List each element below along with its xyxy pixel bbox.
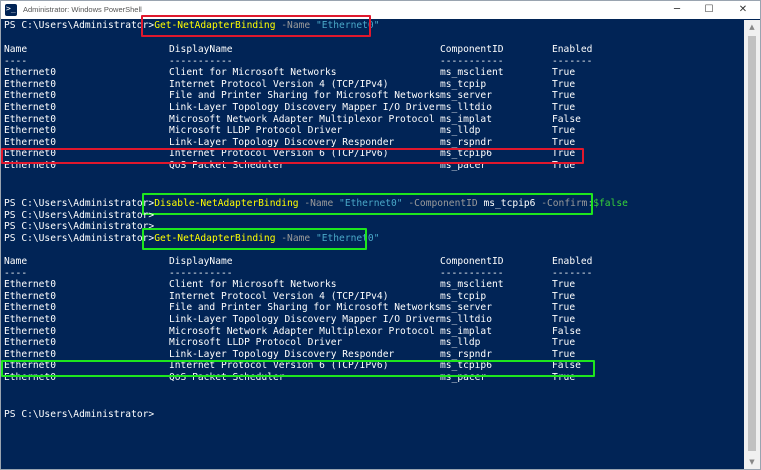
- table-cell: True: [552, 337, 576, 349]
- table-cell: ms_tcpip: [440, 78, 487, 90]
- scrollbar-thumb[interactable]: [748, 36, 756, 451]
- scroll-down-icon[interactable]: ▼: [744, 455, 760, 469]
- table-cell: Ethernet0: [4, 113, 56, 125]
- table-cell: True: [552, 348, 576, 360]
- prompt: PS C:\Users\Administrator>: [4, 198, 155, 209]
- highlight-box-green: [142, 228, 367, 250]
- prompt: PS C:\Users\Administrator>: [4, 409, 155, 420]
- table-cell: Enabled: [552, 256, 593, 267]
- table-cell: Ethernet0: [4, 136, 56, 148]
- window-title: Administrator: Windows PowerShell: [23, 5, 142, 14]
- table-cell: DisplayName: [169, 256, 233, 267]
- table-cell: ms_rspndr: [440, 348, 492, 360]
- table-cell: -----------: [169, 267, 233, 279]
- table-cell: ComponentID: [440, 44, 504, 55]
- table-cell: True: [552, 290, 576, 302]
- maximize-button[interactable]: ☐: [695, 1, 723, 19]
- scroll-up-icon[interactable]: ▲: [744, 20, 760, 34]
- prompt: PS C:\Users\Administrator>: [4, 20, 155, 31]
- prompt: PS C:\Users\Administrator>: [4, 221, 155, 232]
- table-cell: Ethernet0: [4, 78, 56, 90]
- table-cell: File and Printer Sharing for Microsoft N…: [169, 302, 441, 314]
- highlight-box-red: [141, 15, 371, 37]
- table-cell: Link-Layer Topology Discovery Responder: [169, 348, 395, 360]
- prompt: PS C:\Users\Administrator>: [4, 233, 155, 244]
- table-cell: False: [552, 325, 581, 337]
- prompt-line: PS C:\Users\Administrator>: [4, 221, 154, 233]
- table-cell: True: [552, 67, 576, 79]
- table-cell: -------: [552, 267, 593, 279]
- table-cell: Microsoft LLDP Protocol Driver: [169, 337, 343, 349]
- table-cell: ms_server: [440, 302, 492, 314]
- variable-value: $false: [593, 198, 628, 209]
- prompt: PS C:\Users\Administrator>: [4, 210, 155, 221]
- table-cell: True: [552, 314, 576, 325]
- table-cell: Link-Layer Topology Discovery Mapper I/O…: [169, 314, 441, 325]
- table-cell: True: [552, 279, 576, 291]
- table-cell: ms_lldp: [440, 337, 481, 349]
- table-cell: Name: [4, 256, 28, 267]
- table-cell: Link-Layer Topology Discovery Responder: [169, 136, 395, 148]
- table-cell: Ethernet0: [4, 90, 56, 102]
- title-bar[interactable]: Administrator: Windows PowerShell ─ ☐ ✕: [1, 1, 760, 19]
- table-cell: True: [552, 136, 576, 148]
- table-cell: -----------: [440, 55, 504, 67]
- table-cell: ms_server: [440, 90, 492, 102]
- powershell-window: Administrator: Windows PowerShell ─ ☐ ✕ …: [0, 0, 761, 470]
- table-cell: ComponentID: [440, 256, 504, 267]
- table-cell: ms_msclient: [440, 67, 504, 79]
- table-cell: Microsoft Network Adapter Multiplexor Pr…: [169, 113, 435, 125]
- console-output[interactable]: PS C:\Users\Administrator>Get-NetAdapter…: [1, 15, 744, 469]
- table-cell: ms_lldp: [440, 125, 481, 137]
- table-cell: ms_msclient: [440, 279, 504, 291]
- table-cell: Ethernet0: [4, 102, 56, 113]
- minimize-button[interactable]: ─: [663, 1, 691, 19]
- table-cell: Client for Microsoft Networks: [169, 67, 337, 79]
- table-cell: Microsoft LLDP Protocol Driver: [169, 125, 343, 137]
- table-cell: True: [552, 78, 576, 90]
- table-cell: Ethernet0: [4, 348, 56, 360]
- table-cell: ----: [4, 55, 28, 67]
- table-cell: -----------: [169, 55, 233, 67]
- table-cell: Internet Protocol Version 4 (TCP/IPv4): [169, 78, 389, 90]
- prompt-line[interactable]: PS C:\Users\Administrator>: [4, 409, 154, 421]
- table-cell: Name: [4, 44, 28, 55]
- table-cell: Link-Layer Topology Discovery Mapper I/O…: [169, 102, 441, 113]
- table-cell: True: [552, 90, 576, 102]
- table-cell: Ethernet0: [4, 325, 56, 337]
- table-cell: Enabled: [552, 44, 593, 55]
- table-cell: Ethernet0: [4, 337, 56, 349]
- table-cell: Ethernet0: [4, 279, 56, 291]
- table-cell: Ethernet0: [4, 67, 56, 79]
- table-cell: ms_lltdio: [440, 314, 492, 325]
- table-cell: File and Printer Sharing for Microsoft N…: [169, 90, 441, 102]
- powershell-icon: [5, 3, 17, 16]
- table-cell: Internet Protocol Version 4 (TCP/IPv4): [169, 290, 389, 302]
- table-cell: True: [552, 102, 576, 113]
- table-cell: False: [552, 113, 581, 125]
- vertical-scrollbar[interactable]: ▲ ▼: [744, 20, 760, 469]
- highlight-box-green: [142, 193, 593, 215]
- table-cell: -------: [552, 55, 593, 67]
- table-cell: ms_rspndr: [440, 136, 492, 148]
- highlight-row-green: [1, 360, 595, 377]
- table-cell: True: [552, 125, 576, 137]
- table-cell: Ethernet0: [4, 125, 56, 137]
- table-cell: Ethernet0: [4, 290, 56, 302]
- table-cell: ms_implat: [440, 113, 492, 125]
- table-cell: ----: [4, 267, 28, 279]
- table-cell: Ethernet0: [4, 314, 56, 325]
- table-cell: ms_tcpip: [440, 290, 487, 302]
- table-cell: DisplayName: [169, 44, 233, 55]
- highlight-row-red: [1, 148, 584, 164]
- table-cell: ms_lltdio: [440, 102, 492, 113]
- table-cell: Microsoft Network Adapter Multiplexor Pr…: [169, 325, 435, 337]
- table-cell: Client for Microsoft Networks: [169, 279, 337, 291]
- table-cell: -----------: [440, 267, 504, 279]
- table-cell: True: [552, 302, 576, 314]
- close-button[interactable]: ✕: [729, 1, 757, 19]
- table-cell: Ethernet0: [4, 302, 56, 314]
- table-cell: ms_implat: [440, 325, 492, 337]
